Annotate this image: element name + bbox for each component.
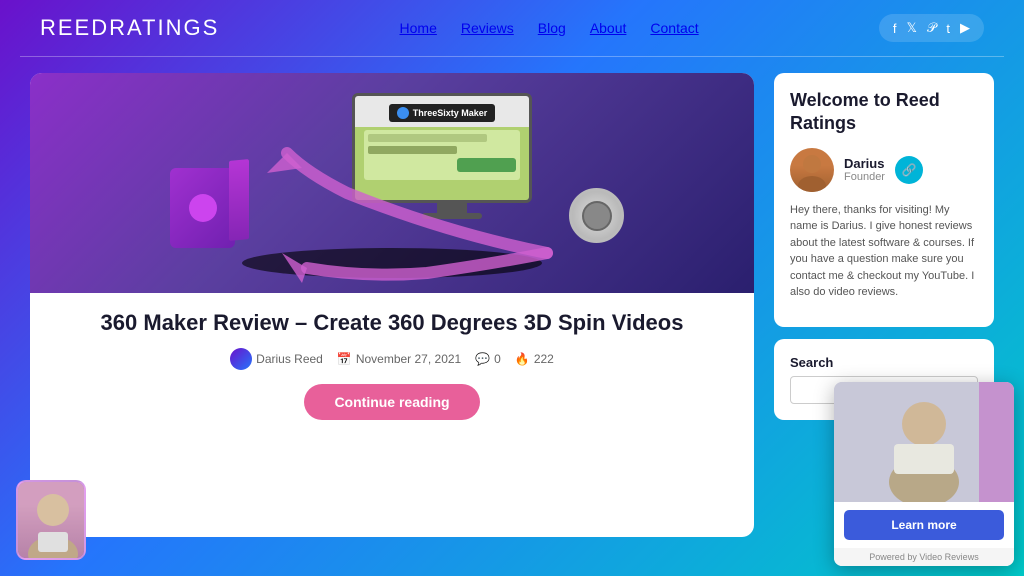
video-person-preview bbox=[834, 382, 1014, 502]
monitor-screen-inner: ThreeSixty Maker bbox=[355, 96, 529, 200]
continue-reading-button[interactable]: Continue reading bbox=[304, 384, 479, 420]
bottom-avatar-svg bbox=[18, 482, 86, 560]
article-date: November 27, 2021 bbox=[356, 352, 461, 366]
screen-content bbox=[364, 130, 521, 180]
tumblr-icon[interactable]: t bbox=[946, 21, 950, 36]
author-avatar bbox=[790, 148, 834, 192]
article-image: ThreeSixty Maker bbox=[30, 73, 754, 293]
twitter-icon[interactable]: 𝕏 bbox=[907, 20, 917, 36]
comment-count: 0 bbox=[494, 352, 501, 366]
sidebar-author-role: Founder bbox=[844, 171, 885, 183]
avatar-svg bbox=[790, 148, 834, 192]
author-avatar-image bbox=[790, 148, 834, 192]
logo-text: ReedRatings bbox=[40, 15, 219, 40]
article-body: 360 Maker Review – Create 360 Degrees 3D… bbox=[30, 293, 754, 537]
platform-shape bbox=[242, 248, 542, 278]
monitor-base bbox=[422, 213, 482, 219]
meta-date: 📅 November 27, 2021 bbox=[337, 352, 461, 366]
social-links: f 𝕏 𝒫 t ▶ bbox=[879, 14, 984, 42]
comment-icon: 💬 bbox=[475, 352, 490, 366]
meta-views: 🔥 222 bbox=[515, 352, 554, 366]
bottom-left-avatar-image bbox=[18, 482, 84, 558]
monitor-stand bbox=[437, 203, 467, 213]
author-info: Darius Founder bbox=[844, 156, 885, 183]
facebook-icon[interactable]: f bbox=[893, 21, 897, 36]
author-avatar-small bbox=[230, 348, 252, 370]
search-label: Search bbox=[790, 355, 978, 370]
sidebar-author-name: Darius bbox=[844, 156, 885, 171]
author-name: Darius Reed bbox=[256, 352, 323, 366]
learn-more-button[interactable]: Learn more bbox=[844, 510, 1004, 540]
nav-home[interactable]: Home bbox=[388, 20, 449, 36]
nav-blog[interactable]: Blog bbox=[526, 20, 578, 36]
camera-360 bbox=[569, 188, 624, 243]
nav-reviews[interactable]: Reviews bbox=[449, 20, 526, 36]
welcome-card: Welcome to Reed Ratings Darius Founder bbox=[774, 73, 994, 327]
sidebar-description: Hey there, thanks for visiting! My name … bbox=[790, 202, 978, 301]
views-icon: 🔥 bbox=[515, 352, 530, 366]
powered-by-label: Powered by Video Reviews bbox=[834, 548, 1014, 566]
author-row: Darius Founder 🔗 bbox=[790, 148, 978, 192]
monitor-screen: ThreeSixty Maker bbox=[352, 93, 532, 203]
view-count: 222 bbox=[534, 352, 554, 366]
header: ReedRatings Home Reviews Blog About Cont… bbox=[0, 0, 1024, 56]
meta-author: Darius Reed bbox=[230, 348, 323, 370]
main-nav: Home Reviews Blog About Contact bbox=[388, 20, 711, 36]
site-logo[interactable]: ReedRatings bbox=[40, 15, 219, 41]
monitor-graphic: ThreeSixty Maker bbox=[352, 93, 552, 223]
sidebar-welcome-title: Welcome to Reed Ratings bbox=[790, 89, 978, 136]
calendar-icon: 📅 bbox=[337, 352, 352, 366]
meta-comments: 💬 0 bbox=[475, 352, 501, 366]
article-card: ThreeSixty Maker bbox=[30, 73, 754, 537]
article-title: 360 Maker Review – Create 360 Degrees 3D… bbox=[50, 309, 734, 338]
author-link-icon[interactable]: 🔗 bbox=[895, 156, 923, 184]
video-overlay-widget: Learn more Powered by Video Reviews bbox=[834, 382, 1014, 566]
youtube-icon[interactable]: ▶ bbox=[960, 20, 970, 36]
video-preview-svg bbox=[834, 382, 1014, 502]
article-meta: Darius Reed 📅 November 27, 2021 💬 0 🔥 22… bbox=[50, 348, 734, 370]
nav-contact[interactable]: Contact bbox=[638, 20, 710, 36]
video-preview bbox=[834, 382, 1014, 502]
nav-about[interactable]: About bbox=[578, 20, 639, 36]
brand-badge: ThreeSixty Maker bbox=[389, 104, 496, 122]
bottom-left-avatar bbox=[16, 480, 86, 560]
pinterest-icon[interactable]: 𝒫 bbox=[927, 20, 936, 36]
product-box bbox=[170, 168, 235, 248]
